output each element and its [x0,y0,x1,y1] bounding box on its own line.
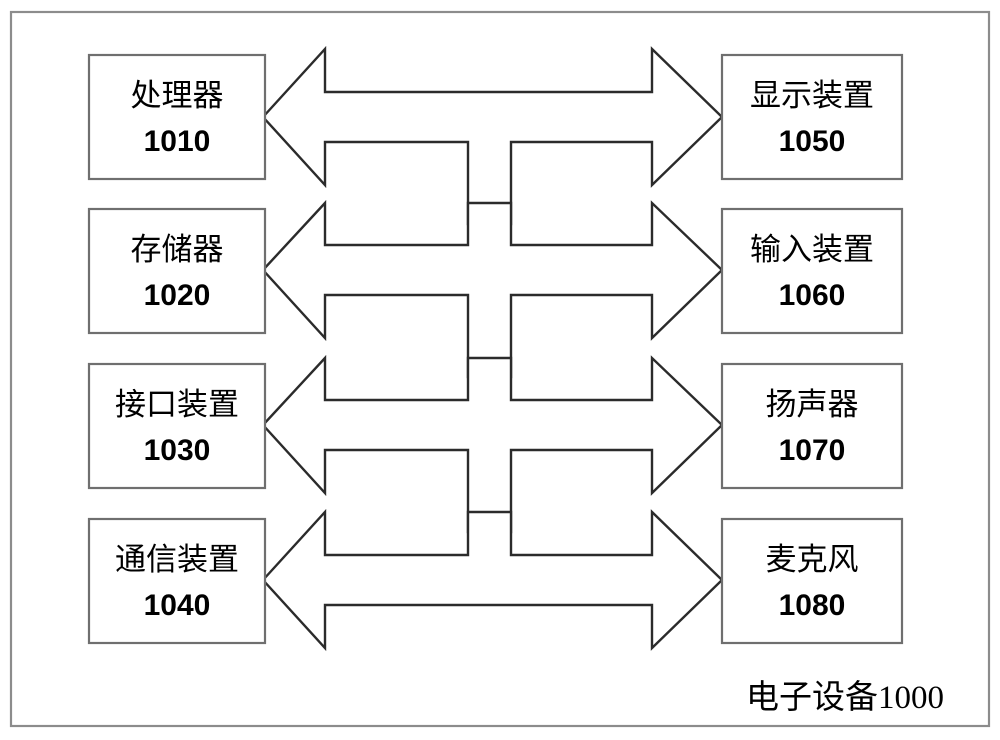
node-speaker-ref: 1070 [779,434,846,467]
node-speaker-label: 扬声器 [766,387,859,422]
bus-arrow-row-3 [261,354,724,534]
node-memory-ref: 1020 [144,279,211,312]
node-processor-ref: 1010 [144,125,211,158]
node-display-device-label: 显示装置 [750,78,874,113]
node-speaker[interactable]: 扬声器 1070 [720,362,904,490]
bus-arrow-row-4 [261,508,724,652]
node-memory-label: 存储器 [131,232,224,267]
node-communication-device-box[interactable] [87,517,267,645]
node-memory-box[interactable] [87,207,267,335]
node-speaker-box[interactable] [720,362,904,490]
node-communication-device-label: 通信装置 [115,542,239,577]
node-memory[interactable]: 存储器 1020 [87,207,267,335]
node-microphone-ref: 1080 [779,589,846,622]
node-interface-device[interactable]: 接口装置 1030 [87,362,267,490]
node-display-device[interactable]: 显示装置 1050 [720,53,904,181]
bus-arrow-row-1 [261,45,724,226]
node-input-device-label: 输入装置 [750,232,874,267]
node-processor[interactable]: 处理器 1010 [87,53,267,181]
node-microphone-box[interactable] [720,517,904,645]
node-input-device-ref: 1060 [779,279,846,312]
node-processor-box[interactable] [87,53,267,181]
right-column: 显示装置 1050 输入装置 1060 扬声器 1070 麦克风 1080 [720,53,904,645]
node-display-device-ref: 1050 [779,125,846,158]
figure-caption: 电子设备1000 [746,679,944,716]
node-microphone-label: 麦克风 [766,542,859,577]
electronic-device-block-diagram: 处理器 1010 存储器 1020 接口装置 1030 通信装置 1040 显示… [0,0,1000,740]
node-display-device-box[interactable] [720,53,904,181]
left-column: 处理器 1010 存储器 1020 接口装置 1030 通信装置 1040 [87,53,267,645]
bus-arrow-row-2 [261,199,724,379]
node-input-device[interactable]: 输入装置 1060 [720,207,904,335]
node-interface-device-ref: 1030 [144,434,211,467]
node-microphone[interactable]: 麦克风 1080 [720,517,904,645]
node-interface-device-box[interactable] [87,362,267,490]
node-communication-device[interactable]: 通信装置 1040 [87,517,267,645]
node-interface-device-label: 接口装置 [115,387,239,422]
node-input-device-box[interactable] [720,207,904,335]
node-communication-device-ref: 1040 [144,589,211,622]
node-processor-label: 处理器 [131,78,224,113]
diagram-canvas: 处理器 1010 存储器 1020 接口装置 1030 通信装置 1040 显示… [9,10,991,728]
